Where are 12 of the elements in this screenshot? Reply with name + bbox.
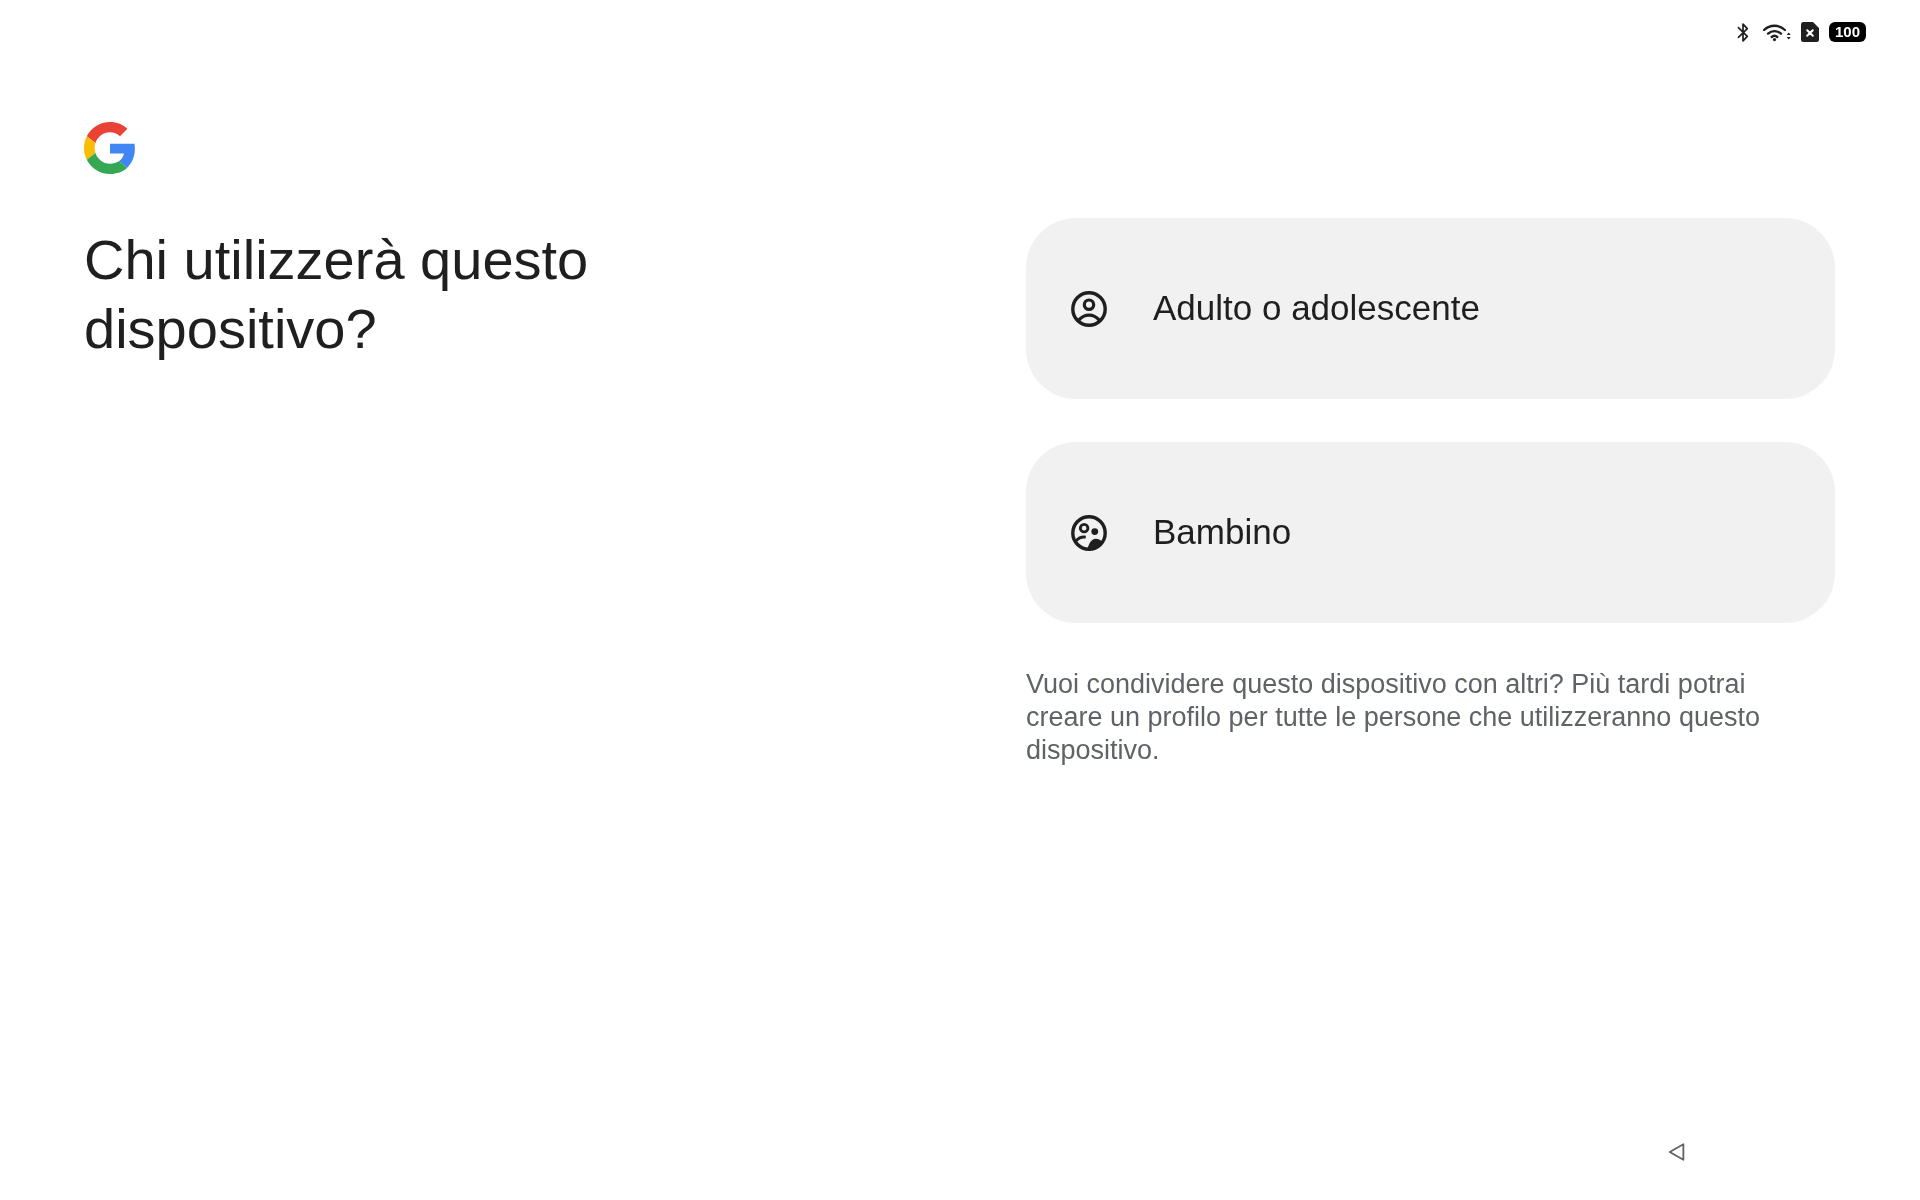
people-circle-icon bbox=[1071, 514, 1107, 551]
bluetooth-icon bbox=[1736, 21, 1749, 43]
back-triangle-icon bbox=[1667, 1142, 1687, 1162]
wifi-icon bbox=[1761, 22, 1793, 42]
option-card[interactable]: Adulto o adolescente bbox=[1026, 218, 1835, 399]
g-logo bbox=[84, 122, 136, 174]
option-card[interactable]: Bambino bbox=[1026, 442, 1835, 623]
sim-card-icon bbox=[1800, 22, 1819, 42]
info-text: Vuoi condividere questo dispositivo con altri? Più tardi potrai creare un profilo per tutte le persone che utilizzeranno questo dispositivo. bbox=[1026, 668, 1761, 767]
page-title: Chi utilizzerà questo dispositivo? bbox=[84, 227, 590, 362]
battery-indicator: 100 bbox=[1828, 22, 1866, 42]
user-circle-icon bbox=[1071, 290, 1107, 327]
